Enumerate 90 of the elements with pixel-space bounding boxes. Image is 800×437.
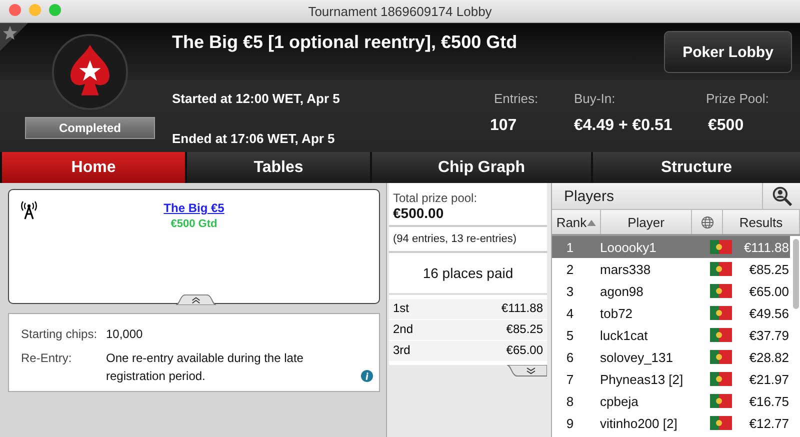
poker-lobby-button[interactable]: Poker Lobby [664, 31, 792, 73]
spade-logo-icon [51, 33, 129, 111]
column-header[interactable]: Rank [552, 210, 601, 234]
payout-amount: €65.00 [506, 343, 543, 359]
window-title: Tournament 1869609174 Lobby [308, 4, 492, 18]
entries-note: (94 entries, 13 re-entries) [389, 227, 547, 253]
player-name: mars338 [599, 262, 652, 276]
flag-icon [710, 372, 732, 386]
prize-pool-label: Total prize pool: [393, 191, 478, 205]
tab[interactable]: Tables [187, 152, 370, 183]
stat-label: Prize Pool: [706, 91, 769, 106]
column-header[interactable]: Player [601, 210, 692, 234]
result-cell-text: €111.88 [742, 240, 790, 254]
flag-icon [710, 284, 732, 298]
player-row[interactable]: 3 agon98 €65.00 [552, 280, 790, 302]
tab[interactable]: Home [2, 152, 185, 183]
tab[interactable]: Structure [593, 152, 800, 183]
player-row[interactable]: 4 tob72 €49.56 [552, 302, 790, 324]
payout-amount: €111.88 [501, 301, 543, 317]
sort-icon [586, 218, 596, 226]
expand-tab-icon[interactable] [507, 365, 547, 377]
rank-cell-text: 2 [565, 262, 575, 276]
result-cell-text: €21.97 [748, 372, 790, 386]
detail-value: One re-entry available during the late registration period. [106, 350, 304, 385]
player-name: Phyneas13 [2] [599, 372, 684, 386]
player-name: Looooky1 [599, 240, 658, 254]
detail-label: Starting chips: [21, 327, 98, 343]
flag-icon [710, 350, 732, 364]
flag-icon [710, 328, 732, 342]
result-cell-text: €65.00 [748, 284, 790, 298]
detail-value: 10,000 [106, 326, 144, 343]
result-cell-text: €37.79 [748, 328, 790, 342]
payout-place: 1st [393, 301, 410, 317]
player-name: agon98 [599, 284, 644, 298]
scrollbar[interactable] [793, 239, 799, 309]
event-link[interactable]: The Big €5 [164, 201, 224, 215]
result-cell-text: €12.77 [748, 416, 790, 430]
player-row[interactable]: 5 luck1cat €37.79 [552, 324, 790, 346]
player-name: solovey_131 [599, 350, 674, 364]
result-cell-text: €28.82 [748, 350, 790, 364]
rank-cell-text: 5 [565, 328, 575, 342]
result-cell-text: €49.56 [748, 306, 790, 320]
rank-cell-text: 7 [565, 372, 575, 386]
players-title: Players [563, 187, 616, 207]
tab[interactable]: Chip Graph [372, 152, 591, 183]
end-time: Ended at 17:06 WET, Apr 5 [172, 131, 336, 146]
player-row[interactable]: 6 solovey_131 €28.82 [552, 346, 790, 368]
result-cell-text: €85.25 [748, 262, 790, 276]
search-icon [770, 185, 792, 207]
player-name: tob72 [599, 306, 634, 320]
flag-icon [710, 416, 732, 430]
flag-icon [710, 306, 732, 320]
guarantee-text: €500 Gtd [170, 218, 218, 230]
flag-icon [710, 394, 732, 408]
player-row[interactable]: 9 vitinho200 [2] €12.77 [552, 412, 790, 434]
favorite-star-icon[interactable] [0, 23, 28, 51]
stat-value: €500 [708, 117, 745, 135]
payout-place: 3rd [393, 343, 410, 359]
info-icon[interactable] [361, 370, 373, 382]
player-name: vitinho200 [2] [599, 416, 678, 430]
status-ribbon: Completed [25, 117, 155, 139]
globe-icon [700, 216, 714, 228]
detail-label: Re-Entry: [21, 351, 73, 367]
player-row[interactable]: 1 Looooky1 €111.88 [552, 236, 790, 258]
rank-cell-text: 8 [565, 394, 575, 408]
flag-icon [710, 262, 732, 276]
result-cell-text: €16.75 [748, 394, 790, 408]
player-row[interactable]: 7 Phyneas13 [2] €21.97 [552, 368, 790, 390]
rank-cell-text: 6 [565, 350, 575, 364]
rank-cell-text: 1 [565, 240, 575, 254]
player-name: luck1cat [599, 328, 649, 342]
payout-place: 2nd [393, 322, 414, 338]
rank-cell-text: 3 [565, 284, 575, 298]
stat-value: €4.49 + €0.51 [574, 117, 674, 135]
start-time: Started at 12:00 WET, Apr 5 [172, 91, 341, 106]
stat-value: 107 [490, 117, 517, 135]
player-row[interactable]: 2 mars338 €85.25 [552, 258, 790, 280]
stat-label: Buy-In: [574, 91, 616, 106]
payout-amount: €85.25 [506, 322, 543, 338]
tournament-title: The Big €5 [1 optional reentry], €500 Gtd [172, 32, 518, 53]
player-name: cpbeja [599, 394, 640, 408]
prize-pool-value: €500.00 [393, 205, 445, 221]
rank-cell-text: 4 [565, 306, 575, 320]
stat-label: Entries: [494, 91, 538, 106]
column-header[interactable]: Results [723, 210, 800, 234]
antenna-icon [19, 200, 39, 220]
rank-cell-text: 9 [565, 416, 575, 430]
player-row[interactable]: 8 cpbeja €16.75 [552, 390, 790, 412]
flag-icon [710, 240, 732, 254]
places-paid: 16 places paid [389, 253, 547, 295]
